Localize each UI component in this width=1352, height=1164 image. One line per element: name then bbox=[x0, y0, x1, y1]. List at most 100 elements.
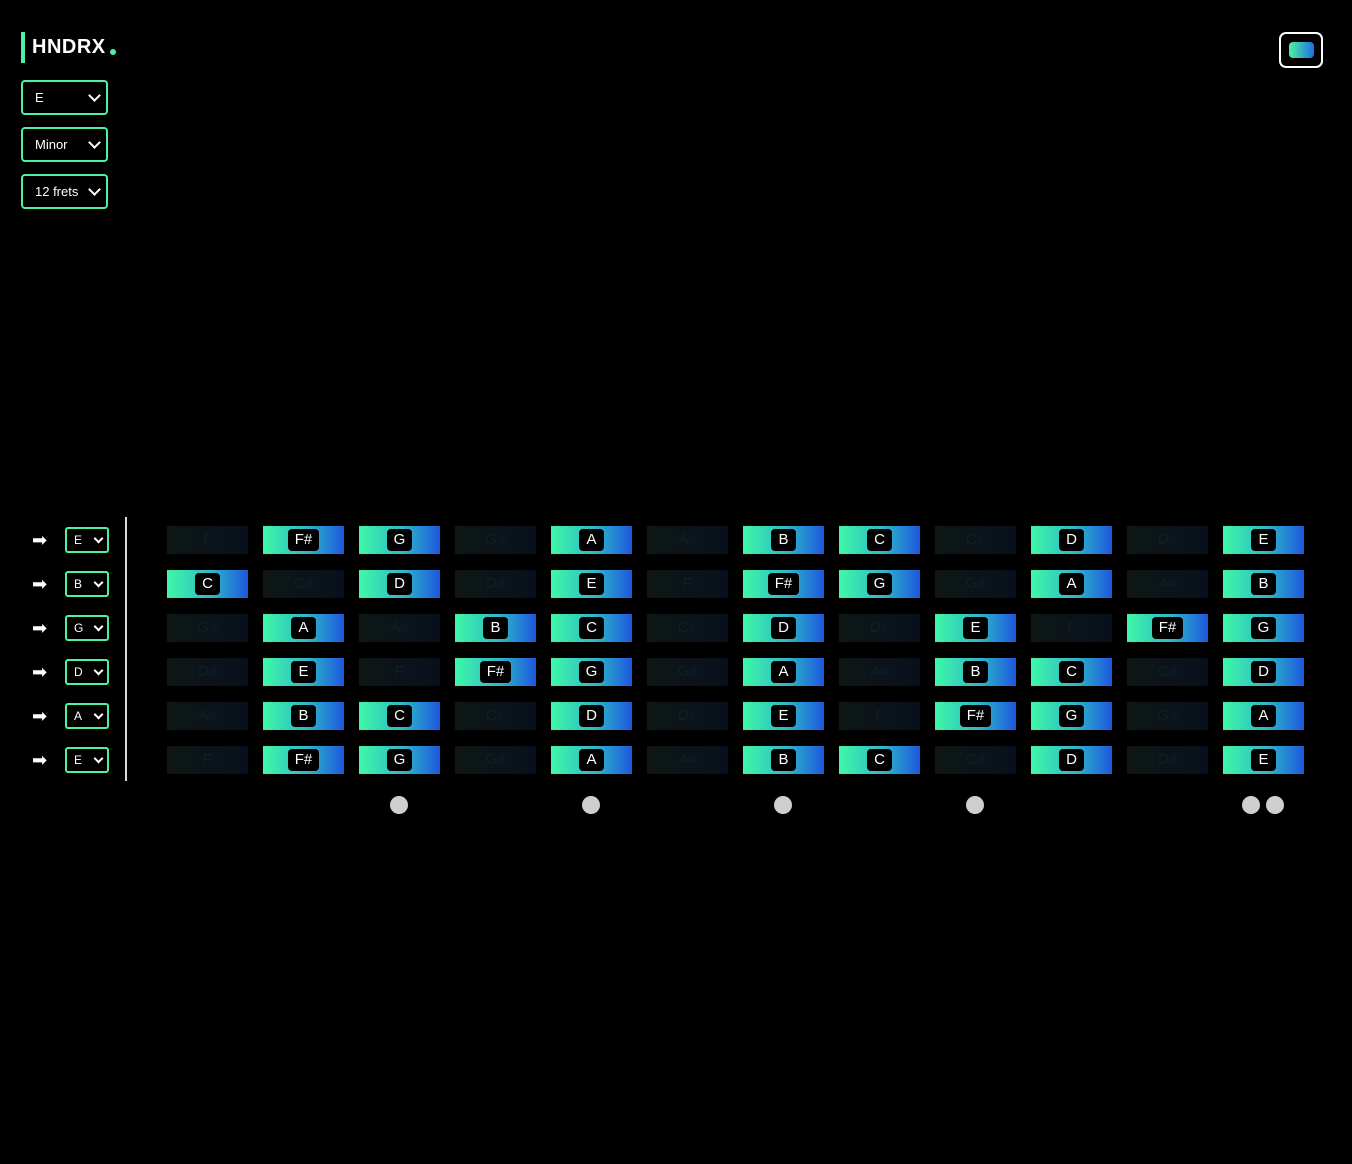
fret-note[interactable]: A bbox=[551, 746, 632, 774]
fret-note[interactable]: G bbox=[359, 526, 440, 554]
fret-note[interactable]: C# bbox=[455, 702, 536, 730]
fret-note[interactable]: D bbox=[551, 702, 632, 730]
fret-note[interactable]: A# bbox=[647, 746, 728, 774]
fret-note[interactable]: D bbox=[1031, 746, 1112, 774]
fret-note[interactable]: C# bbox=[935, 746, 1016, 774]
fret-note[interactable]: C bbox=[1031, 658, 1112, 686]
fret-note[interactable]: E bbox=[1223, 526, 1304, 554]
string-tuning-select[interactable]: G bbox=[65, 615, 109, 641]
fret-note[interactable]: A# bbox=[167, 702, 248, 730]
fret-note[interactable]: G# bbox=[935, 570, 1016, 598]
fret-note[interactable]: G bbox=[839, 570, 920, 598]
frets-select[interactable]: 12 frets bbox=[21, 174, 108, 209]
theme-toggle-button[interactable] bbox=[1279, 32, 1323, 68]
theme-swatch-icon bbox=[1288, 42, 1314, 58]
fret-note[interactable]: D bbox=[1031, 526, 1112, 554]
fret-note[interactable]: C# bbox=[1127, 658, 1208, 686]
string-tuning-select[interactable]: B bbox=[65, 571, 109, 597]
fret-note[interactable]: A bbox=[743, 658, 824, 686]
fret-note[interactable]: F bbox=[167, 526, 248, 554]
fret-note[interactable]: D# bbox=[455, 570, 536, 598]
fret-note[interactable]: A bbox=[551, 526, 632, 554]
chevron-down-icon bbox=[93, 577, 104, 588]
fret-note[interactable]: E bbox=[743, 702, 824, 730]
fret-note[interactable]: F# bbox=[935, 702, 1016, 730]
fret-note[interactable]: F# bbox=[1127, 614, 1208, 642]
fret-note[interactable]: D bbox=[359, 570, 440, 598]
fret-note[interactable]: D# bbox=[647, 702, 728, 730]
fret-note[interactable]: G# bbox=[647, 658, 728, 686]
fret-note-label: A bbox=[771, 661, 796, 683]
fret-note[interactable]: C bbox=[551, 614, 632, 642]
string-tuning-select[interactable]: D bbox=[65, 659, 109, 685]
fret-note[interactable]: C bbox=[839, 526, 920, 554]
fret-note-label: F bbox=[202, 531, 213, 548]
fret-note[interactable]: F# bbox=[455, 658, 536, 686]
fret-marker-dot bbox=[1266, 796, 1284, 814]
fret-note[interactable]: G bbox=[1223, 614, 1304, 642]
fret-note[interactable]: G bbox=[359, 746, 440, 774]
fret-note-label: G bbox=[578, 661, 605, 683]
fret-note[interactable]: D bbox=[1223, 658, 1304, 686]
fret-note[interactable]: D# bbox=[1127, 526, 1208, 554]
fret-note[interactable]: B bbox=[1223, 570, 1304, 598]
fret-note[interactable]: G# bbox=[455, 526, 536, 554]
fret-note[interactable]: B bbox=[743, 746, 824, 774]
fret-note[interactable]: A# bbox=[647, 526, 728, 554]
fret-note[interactable]: B bbox=[935, 658, 1016, 686]
fret-note[interactable]: E bbox=[1223, 746, 1304, 774]
fret-note-label: B bbox=[963, 661, 988, 683]
string-arrow-icon: ➡ bbox=[32, 574, 48, 594]
fret-note[interactable]: G bbox=[1031, 702, 1112, 730]
fret-note[interactable]: G# bbox=[1127, 702, 1208, 730]
fret-note[interactable]: F# bbox=[263, 746, 344, 774]
fret-note-label: D# bbox=[197, 663, 218, 680]
fret-note-label: G# bbox=[485, 531, 506, 548]
fret-note[interactable]: F bbox=[839, 702, 920, 730]
fret-note[interactable]: D# bbox=[839, 614, 920, 642]
fret-note[interactable]: D# bbox=[167, 658, 248, 686]
fret-note[interactable]: E bbox=[263, 658, 344, 686]
fret-note-label: B bbox=[1251, 573, 1276, 595]
fret-note-label: C# bbox=[965, 531, 986, 548]
fret-note[interactable]: B bbox=[263, 702, 344, 730]
fret-note[interactable]: G# bbox=[455, 746, 536, 774]
fret-note-label: F# bbox=[479, 661, 512, 683]
fret-note[interactable]: C# bbox=[647, 614, 728, 642]
fret-note[interactable]: E bbox=[935, 614, 1016, 642]
fret-note[interactable]: A# bbox=[1127, 570, 1208, 598]
fret-note-label: G# bbox=[485, 751, 506, 768]
fret-note[interactable]: F bbox=[1031, 614, 1112, 642]
fret-note[interactable]: A# bbox=[839, 658, 920, 686]
fret-note[interactable]: C bbox=[839, 746, 920, 774]
fret-note[interactable]: G bbox=[551, 658, 632, 686]
key-select[interactable]: E bbox=[21, 80, 108, 115]
fret-note[interactable]: F bbox=[359, 658, 440, 686]
fret-note-label: C bbox=[195, 573, 220, 595]
fret-note[interactable]: F# bbox=[263, 526, 344, 554]
fret-note[interactable]: C# bbox=[935, 526, 1016, 554]
fret-note[interactable]: E bbox=[551, 570, 632, 598]
fret-note[interactable]: A# bbox=[359, 614, 440, 642]
fret-note[interactable]: F bbox=[647, 570, 728, 598]
fret-note[interactable]: B bbox=[743, 526, 824, 554]
logo-text: HNDRX bbox=[32, 36, 106, 58]
string-tuning-select[interactable]: E bbox=[65, 527, 109, 553]
fret-note[interactable]: A bbox=[263, 614, 344, 642]
fret-note[interactable]: C bbox=[359, 702, 440, 730]
fret-note[interactable]: D# bbox=[1127, 746, 1208, 774]
fret-note[interactable]: C# bbox=[263, 570, 344, 598]
string-tuning-select[interactable]: E bbox=[65, 747, 109, 773]
fret-note[interactable]: B bbox=[455, 614, 536, 642]
fret-note[interactable]: C bbox=[167, 570, 248, 598]
fret-note[interactable]: D bbox=[743, 614, 824, 642]
scale-select[interactable]: Minor bbox=[21, 127, 108, 162]
fret-note[interactable]: A bbox=[1031, 570, 1112, 598]
fret-note-label: D bbox=[771, 617, 796, 639]
fret-note[interactable]: A bbox=[1223, 702, 1304, 730]
fret-note[interactable]: G# bbox=[167, 614, 248, 642]
string-tuning-select[interactable]: A bbox=[65, 703, 109, 729]
fret-note[interactable]: F bbox=[167, 746, 248, 774]
fret-note[interactable]: F# bbox=[743, 570, 824, 598]
fret-note-label: B bbox=[771, 529, 796, 551]
